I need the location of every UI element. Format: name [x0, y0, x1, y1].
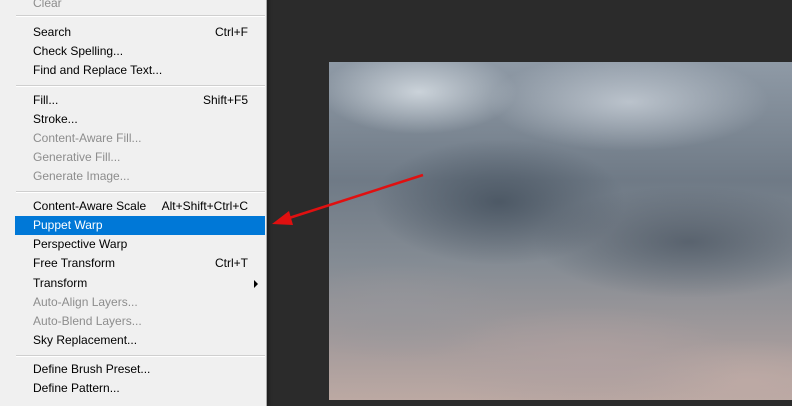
menu-item-shortcut: Ctrl+F	[215, 25, 248, 39]
menu-item-label: Sky Replacement...	[33, 333, 138, 347]
menu-item-generate-image: Generate Image...	[15, 167, 265, 186]
menu-item-label: Transform	[33, 276, 88, 290]
menu-item-label: Stroke...	[33, 112, 78, 126]
menu-item-label: Clear	[33, 0, 62, 10]
menu-item-label: Auto-Blend Layers...	[33, 314, 142, 328]
chevron-right-icon	[254, 280, 258, 288]
menu-item-check-spelling[interactable]: Check Spelling...	[15, 42, 265, 61]
menu-item-auto-blend-layers: Auto-Blend Layers...	[15, 312, 265, 331]
menu-item-label: Perspective Warp	[33, 237, 128, 251]
menu-item-label: Generative Fill...	[33, 150, 121, 164]
menu-item-find-and-replace-text[interactable]: Find and Replace Text...	[15, 61, 265, 80]
menu-item-label: Free Transform	[33, 256, 116, 270]
menu-item-free-transform[interactable]: Free Transform Ctrl+T	[15, 254, 265, 273]
menu-item-generative-fill: Generative Fill...	[15, 148, 265, 167]
menu-item-shortcut: Alt+Shift+Ctrl+C	[161, 199, 248, 213]
menu-item-content-aware-scale[interactable]: Content-Aware Scale Alt+Shift+Ctrl+C	[15, 197, 265, 216]
menu-item-label: Puppet Warp	[33, 218, 103, 232]
menu-separator	[16, 15, 265, 17]
menu-item-define-pattern[interactable]: Define Pattern...	[15, 379, 265, 398]
menu-item-label: Generate Image...	[33, 169, 130, 183]
menu-item-transform[interactable]: Transform	[15, 274, 265, 293]
menu-item-sky-replacement[interactable]: Sky Replacement...	[15, 331, 265, 350]
menu-separator	[16, 191, 265, 193]
edit-menu: Clear Search Ctrl+F Check Spelling... Fi…	[0, 0, 267, 406]
menu-item-clear: Clear	[15, 0, 265, 13]
menu-item-label: Define Brush Preset...	[33, 362, 151, 376]
menu-item-shortcut: Shift+F5	[202, 93, 248, 107]
menu-separator	[16, 85, 265, 87]
menu-separator	[16, 355, 265, 357]
menu-item-define-brush-preset[interactable]: Define Brush Preset...	[15, 360, 265, 379]
menu-item-label: Fill...	[33, 93, 59, 107]
menu-item-content-aware-fill: Content-Aware Fill...	[15, 129, 265, 148]
menu-item-shortcut: Ctrl+T	[215, 256, 248, 270]
menu-item-label: Search	[33, 25, 72, 39]
menu-item-search[interactable]: Search Ctrl+F	[15, 23, 265, 42]
menu-item-label: Content-Aware Fill...	[33, 131, 142, 145]
menu-item-puppet-warp[interactable]: Puppet Warp	[15, 216, 265, 235]
menu-item-label: Auto-Align Layers...	[33, 295, 138, 309]
canvas-image-cloudy-sky[interactable]	[329, 62, 792, 400]
menu-item-perspective-warp[interactable]: Perspective Warp	[15, 235, 265, 254]
menu-item-label: Content-Aware Scale	[33, 199, 147, 213]
menu-item-label: Find and Replace Text...	[33, 63, 163, 77]
menu-item-fill[interactable]: Fill... Shift+F5	[15, 91, 265, 110]
menu-item-auto-align-layers: Auto-Align Layers...	[15, 293, 265, 312]
menu-item-label: Check Spelling...	[33, 44, 124, 58]
menu-item-label: Define Pattern...	[33, 381, 120, 395]
menu-item-stroke[interactable]: Stroke...	[15, 110, 265, 129]
